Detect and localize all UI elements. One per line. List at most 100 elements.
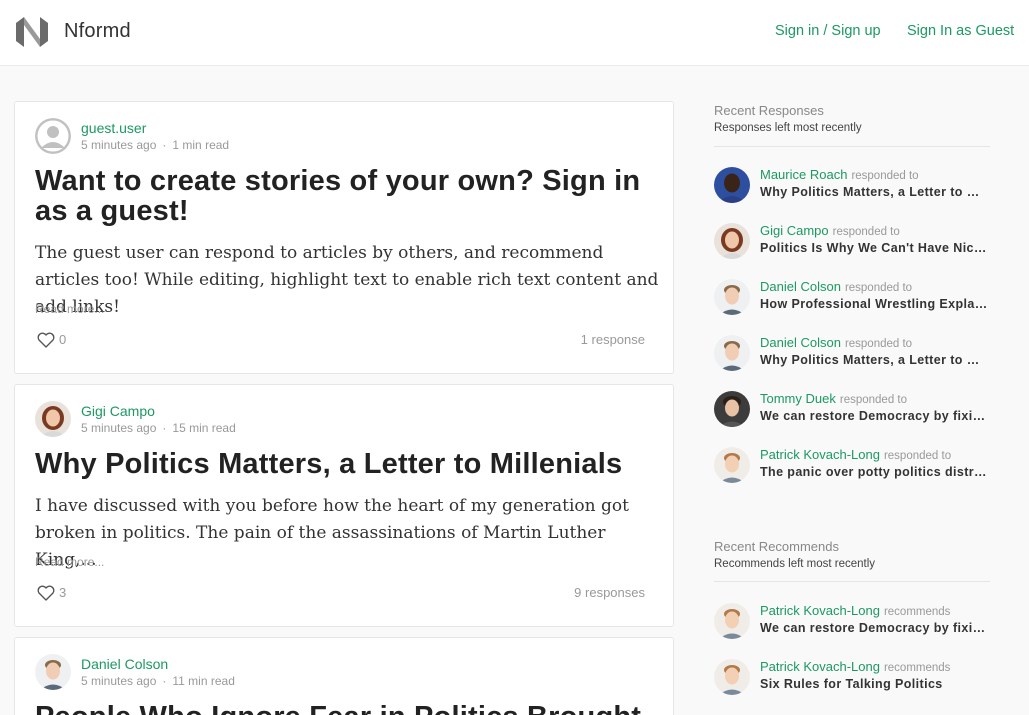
responses-link[interactable]: 9 responses [574,585,645,600]
heart-icon[interactable] [37,585,55,601]
user-photo-icon [714,279,750,315]
user-photo-icon [714,167,750,203]
response-line: Tommy Duek responded to [760,391,907,406]
avatar[interactable] [35,654,71,690]
post-title[interactable]: Why Politics Matters, a Letter to Millen… [35,449,660,479]
read-time: 11 min read [172,674,235,688]
author-link[interactable]: Daniel Colson [81,656,168,672]
post-card: Gigi Campo 5 minutes ago · 15 min read Why… [14,384,674,627]
user-link[interactable]: Daniel Colson [760,279,841,294]
action-text: responded to [844,282,913,294]
user-link[interactable]: Patrick Kovach-Long [760,603,880,618]
user-link[interactable]: Gigi Campo [760,223,829,238]
avatar[interactable] [714,603,750,639]
avatar[interactable] [714,167,750,203]
action-text: responded to [844,338,913,350]
heart-icon[interactable] [37,332,55,348]
user-link[interactable]: Tommy Duek [760,391,836,406]
post-time: 5 minutes ago [81,421,157,435]
separator-dot: · [162,421,167,435]
user-link[interactable]: Maurice Roach [760,167,847,182]
post-time: 5 minutes ago [81,138,157,152]
default-user-icon [35,118,71,154]
section-subtitle: Recommends left most recently [714,558,876,570]
read-more-link[interactable]: Read more... [35,302,104,316]
section-title: Recent Responses [714,103,824,118]
response-line: Gigi Campo responded to [760,223,900,238]
like-count: 3 [59,585,67,600]
author-link[interactable]: Gigi Campo [81,403,155,419]
article-link[interactable]: Politics Is Why We Can't Have Nice Thing… [760,241,990,255]
avatar[interactable] [35,401,71,437]
user-photo-icon [714,391,750,427]
post-meta: 5 minutes ago · 15 min read [81,421,236,435]
post-meta: 5 minutes ago · 11 min read [81,674,235,688]
sign-in-link[interactable]: Sign in / Sign up [775,23,881,39]
user-photo-icon [35,401,71,437]
action-text: responded to [832,226,900,238]
post-card: Daniel Colson 5 minutes ago · 11 min read … [14,637,674,715]
article-link[interactable]: We can restore Democracy by fixing polit… [760,409,990,423]
post-excerpt: I have discussed with you before how the… [35,496,629,570]
author-link[interactable]: guest.user [81,120,146,136]
article-link[interactable]: Why Politics Matters, a Letter to Millen… [760,353,990,367]
list-item: Maurice Roach responded to Why Politics M… [714,167,994,207]
response-line: Daniel Colson responded to [760,335,912,350]
post-meta: 5 minutes ago · 1 min read [81,138,229,152]
response-line: Maurice Roach responded to [760,167,919,182]
list-item: Tommy Duek responded to We can restore De… [714,391,994,431]
read-more-link[interactable]: Read more... [35,555,104,569]
avatar[interactable] [35,118,71,154]
like-count: 0 [59,332,67,347]
response-line: Daniel Colson responded to [760,279,912,294]
user-link[interactable]: Patrick Kovach-Long [760,659,880,674]
avatar[interactable] [714,391,750,427]
sign-in-guest-link[interactable]: Sign In as Guest [907,23,1014,39]
response-line: Patrick Kovach-Long responded to [760,447,951,462]
article-link[interactable]: Why Politics Matters, a Letter to Millen… [760,185,990,199]
user-photo-icon [714,223,750,259]
post-title[interactable]: People Who Ignore Fear in Politics Broug… [35,702,660,715]
section-title: Recent Recommends [714,539,839,554]
read-time: 1 min read [172,138,230,152]
avatar[interactable] [714,335,750,371]
separator-dot: · [162,138,167,152]
list-item: Patrick Kovach-Long recommends Six Rules … [714,659,994,699]
article-link[interactable]: We can restore Democracy by fixing polit… [760,621,990,635]
action-text: responded to [851,170,919,182]
user-photo-icon [714,659,750,695]
user-photo-icon [714,603,750,639]
user-link[interactable]: Daniel Colson [760,335,841,350]
avatar[interactable] [714,447,750,483]
list-item: Daniel Colson responded to How Profession… [714,279,994,319]
recent-responses-header: Recent Responses Responses left most rec… [714,103,990,147]
action-text: recommends [883,662,951,674]
recommend-line: Patrick Kovach-Long recommends [760,603,950,618]
user-photo-icon [714,447,750,483]
action-text: responded to [883,450,952,462]
user-photo-icon [35,654,71,690]
avatar[interactable] [714,659,750,695]
nformd-logo-icon[interactable] [16,17,48,47]
post-title[interactable]: Want to create stories of your own? Sign… [35,166,660,226]
list-item: Gigi Campo responded to Politics Is Why W… [714,223,994,263]
avatar[interactable] [714,279,750,315]
read-time: 15 min read [172,421,236,435]
user-photo-icon [714,335,750,371]
brand-name[interactable]: Nformd [64,20,131,43]
separator-dot: · [162,674,167,688]
post-excerpt: The guest user can respond to articles b… [35,243,659,317]
avatar[interactable] [714,223,750,259]
action-text: responded to [839,394,907,406]
article-link[interactable]: The panic over potty politics distracts [760,465,990,479]
recommend-line: Patrick Kovach-Long recommends [760,659,950,674]
user-link[interactable]: Patrick Kovach-Long [760,447,880,462]
responses-link[interactable]: 1 response [581,332,645,347]
action-text: recommends [883,606,951,618]
post-card: guest.user 5 minutes ago · 1 min read Want… [14,101,674,374]
recent-recommends-header: Recent Recommends Recommends left most r… [714,539,990,582]
top-bar: Nformd Sign in / Sign up Sign In as Gues… [0,0,1029,66]
post-time: 5 minutes ago [81,674,157,688]
article-link[interactable]: How Professional Wrestling Explains Poli… [760,297,990,311]
article-link[interactable]: Six Rules for Talking Politics [760,677,990,691]
